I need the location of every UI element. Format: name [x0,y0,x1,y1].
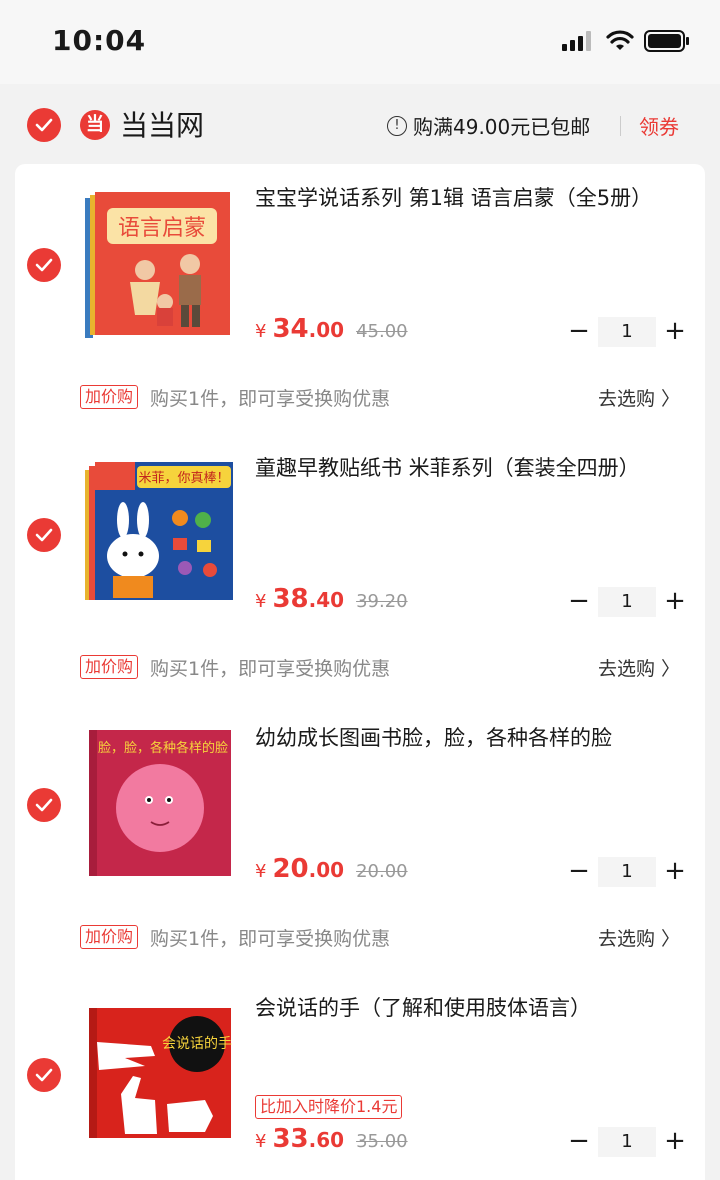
item-select-checkbox[interactable] [27,788,61,822]
cover-title: 语言启蒙 [118,216,206,241]
quantity-value[interactable]: 1 [598,857,656,887]
battery-icon [644,30,689,52]
shop-header: 当 当当网 ! 购满49.00元已包邮 领券 [0,84,720,164]
cart-item: 语言启蒙 宝宝学说话系列 第1辑 语言启蒙（全5册） ¥ 34 .00 45.0… [15,164,705,434]
original-price: 35.00 [356,1131,408,1152]
price-decimal: .00 [308,318,345,342]
info-icon: ! [387,115,407,136]
promo-select-link[interactable]: 去选购 〉 [598,924,680,951]
price-integer: 34 [272,314,309,344]
cart-item: 米菲，你真棒！ 童趣早教贴纸书 米菲系列（套装全四册） ¥ 38 .40 39.… [15,434,705,704]
cover-title: 米菲，你真棒！ [138,471,229,486]
check-icon [35,118,53,132]
promo-text: 购买1件，即可享受换购优惠 [150,928,391,950]
check-icon [35,1068,53,1082]
price-integer: 33 [272,1124,309,1154]
book-cover-image[interactable]: 米菲，你真棒！ [85,458,235,608]
decrease-button[interactable]: − [566,587,592,617]
price: ¥ 34 .00 45.00 [255,314,408,344]
decrease-button[interactable]: − [566,1127,592,1157]
promo-row: 加价购 购买1件，即可享受换购优惠 去选购 〉 [80,652,680,682]
increase-button[interactable]: + [662,857,688,887]
divider [620,116,621,136]
cover-title: 脸，脸，各种各样的脸 [98,740,228,756]
dangdang-logo-icon: 当 [80,110,110,140]
cover-title: 会说话的手 [162,1036,232,1052]
currency-symbol: ¥ [255,1131,267,1152]
price-integer: 38 [272,584,309,614]
price-drop-tag: 比加入时降价1.4元 [255,1095,403,1119]
currency-symbol: ¥ [255,861,267,882]
item-title[interactable]: 宝宝学说话系列 第1辑 语言启蒙（全5册） [255,182,665,214]
check-icon [35,528,53,542]
promo-select-link[interactable]: 去选购 〉 [598,384,680,411]
item-title[interactable]: 幼幼成长图画书脸，脸，各种各样的脸 [255,722,665,754]
quantity-value[interactable]: 1 [598,317,656,347]
price-integer: 20 [272,854,309,884]
status-time: 10:04 [52,24,147,57]
promo-tag: 加价购 [80,925,139,949]
quantity-stepper: − 1 + [566,587,688,617]
currency-symbol: ¥ [255,321,267,342]
shop-name[interactable]: 当当网 [120,104,204,144]
original-price: 20.00 [356,861,408,882]
promo-tag: 加价购 [80,385,139,409]
status-icons [562,30,690,52]
wifi-icon [606,30,634,50]
promo-row: 加价购 购买1件，即可享受换购优惠 去选购 〉 [80,922,680,952]
quantity-stepper: − 1 + [566,1127,688,1157]
increase-button[interactable]: + [662,587,688,617]
item-title[interactable]: 会说话的手（了解和使用肢体语言） [255,992,665,1024]
price: ¥ 20 .00 20.00 [255,854,408,884]
price: ¥ 38 .40 39.20 [255,584,408,614]
coupon-button[interactable]: 领券 [639,111,679,140]
item-select-checkbox[interactable] [27,1058,61,1092]
increase-button[interactable]: + [662,317,688,347]
promo-tag: 加价购 [80,655,139,679]
currency-symbol: ¥ [255,591,267,612]
book-cover-image[interactable]: 会说话的手 [85,1004,235,1154]
shop-select-checkbox[interactable] [27,108,61,142]
cart-item: 会说话的手 会说话的手（了解和使用肢体语言） 比加入时降价1.4元 ¥ 33 .… [15,974,705,1180]
decrease-button[interactable]: − [566,857,592,887]
shipping-info[interactable]: ! 购满49.00元已包邮 [387,111,590,140]
promo-select-link[interactable]: 去选购 〉 [598,654,680,681]
promo-text: 购买1件，即可享受换购优惠 [150,388,391,410]
price-decimal: .00 [308,858,345,882]
check-icon [35,798,53,812]
status-bar: 10:04 [0,0,720,84]
original-price: 45.00 [356,321,408,342]
item-select-checkbox[interactable] [27,518,61,552]
decrease-button[interactable]: − [566,317,592,347]
price-decimal: .60 [308,1128,345,1152]
original-price: 39.20 [356,591,408,612]
quantity-stepper: − 1 + [566,317,688,347]
quantity-value[interactable]: 1 [598,587,656,617]
promo-text: 购买1件，即可享受换购优惠 [150,658,391,680]
price: ¥ 33 .60 35.00 [255,1124,408,1154]
promo-row: 加价购 购买1件，即可享受换购优惠 去选购 〉 [80,382,680,412]
item-select-checkbox[interactable] [27,248,61,282]
signal-icon [562,31,591,51]
item-title[interactable]: 童趣早教贴纸书 米菲系列（套装全四册） [255,452,665,484]
shipping-note: 购满49.00元已包邮 [413,115,591,139]
cart-card: 语言启蒙 宝宝学说话系列 第1辑 语言启蒙（全5册） ¥ 34 .00 45.0… [15,164,705,1180]
book-cover-image[interactable]: 脸，脸，各种各样的脸 [85,726,235,876]
quantity-value[interactable]: 1 [598,1127,656,1157]
quantity-stepper: − 1 + [566,857,688,887]
increase-button[interactable]: + [662,1127,688,1157]
cart-item: 脸，脸，各种各样的脸 幼幼成长图画书脸，脸，各种各样的脸 ¥ 20 .00 20… [15,704,705,974]
price-decimal: .40 [308,588,345,612]
check-icon [35,258,53,272]
book-cover-image[interactable]: 语言启蒙 [85,190,235,340]
